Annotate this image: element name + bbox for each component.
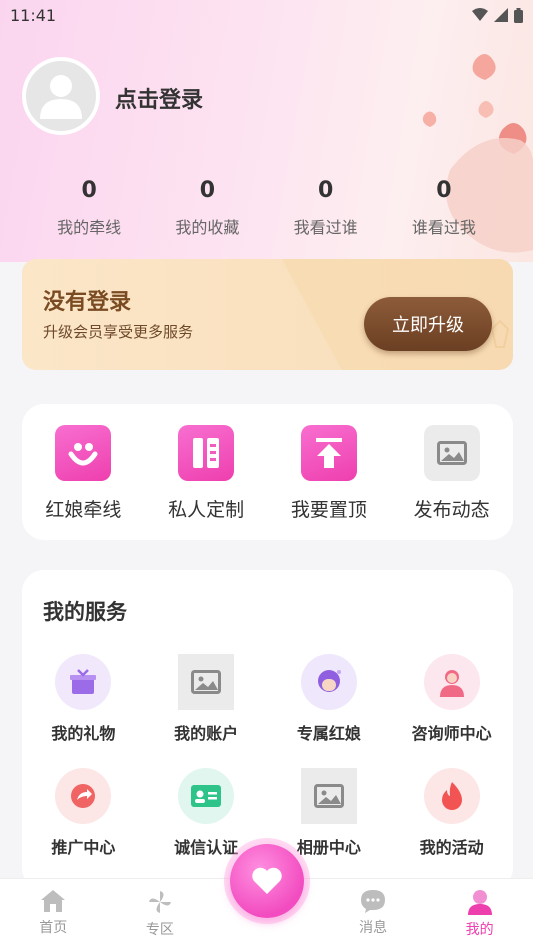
tab-label: 我的 [465,922,494,938]
quick-action-matchmaker[interactable]: 红娘牵线 [22,425,145,540]
service-label: 咨询师中心 [411,724,492,743]
service-account[interactable]: 我的账户 [145,654,268,744]
quick-action-custom[interactable]: 私人定制 [145,425,268,540]
pin-top-icon [300,425,357,481]
matchmaker-icon [55,425,112,481]
image-placeholder-icon [300,768,357,824]
service-label: 相册中心 [296,838,361,857]
service-label: 专属红娘 [296,724,361,743]
status-time: 11:41 [10,5,57,25]
service-gift[interactable]: 我的礼物 [22,654,145,744]
tab-zone[interactable]: 专区 [107,879,214,948]
stat-my-favorites[interactable]: 0 我的收藏 [148,178,266,238]
quick-action-label: 私人定制 [168,499,245,521]
home-icon [41,890,66,912]
avatar[interactable] [22,57,100,135]
service-verification[interactable]: 诚信认证 [145,768,268,858]
quick-action-post[interactable]: 发布动态 [390,425,513,540]
vip-subtitle: 升级会员享受更多服务 [43,323,194,341]
service-matchmaker[interactable]: 专属红娘 [268,654,391,744]
services-title: 我的服务 [43,600,127,624]
id-card-icon [178,768,235,824]
service-label: 诚信认证 [174,838,239,857]
wifi-icon [472,8,488,21]
stat-label: 我看过谁 [293,218,358,237]
stats-row: 0 我的牵线 0 我的收藏 0 我看过谁 0 谁看过我 [30,178,503,238]
service-label: 我的礼物 [51,724,116,743]
matchmaker-avatar-icon [300,654,357,710]
service-label: 我的活动 [419,838,484,857]
vip-card: 没有登录 升级会员享受更多服务 立即升级 [22,259,513,370]
service-album[interactable]: 相册中心 [268,768,391,858]
quick-action-label: 红娘牵线 [45,499,122,521]
service-label: 我的账户 [174,724,239,743]
tab-home[interactable]: 首页 [0,879,107,948]
heart-icon [252,867,282,894]
stat-label: 谁看过我 [411,218,476,237]
counselor-icon [423,654,480,710]
gift-icon [55,654,112,710]
flame-icon [423,768,480,824]
stat-label: 我的牵线 [57,218,122,237]
battery-icon [514,7,523,23]
tab-label: 专区 [145,922,174,938]
service-label: 推广中心 [51,838,116,857]
service-counselor[interactable]: 咨询师中心 [390,654,513,744]
stat-i-viewed[interactable]: 0 我看过谁 [267,178,385,238]
tab-label: 消息 [359,920,388,936]
service-activities[interactable]: 我的活动 [390,768,513,858]
stat-viewed-me[interactable]: 0 谁看过我 [385,178,503,238]
service-promotion[interactable]: 推广中心 [22,768,145,858]
quick-action-label: 发布动态 [413,499,490,521]
share-icon [55,768,112,824]
stat-value: 0 [199,178,216,203]
login-prompt[interactable]: 点击登录 [115,82,203,114]
stat-label: 我的收藏 [175,218,240,237]
quick-action-pin-top[interactable]: 我要置顶 [268,425,391,540]
center-heart-button[interactable] [230,844,304,918]
stat-value: 0 [436,178,452,203]
quick-action-label: 我要置顶 [290,499,367,521]
image-placeholder-icon [423,425,480,481]
upgrade-button[interactable]: 立即升级 [364,297,492,351]
user-icon [40,75,82,119]
image-placeholder-icon [178,654,235,710]
pinwheel-icon [148,891,171,913]
tab-profile[interactable]: 我的 [426,879,533,948]
profile-icon [467,890,492,915]
quick-actions-card: 红娘牵线 私人定制 我要置顶 发布动态 [22,404,513,540]
stat-my-matches[interactable]: 0 我的牵线 [30,178,148,238]
custom-icon [178,425,235,481]
stat-value: 0 [317,178,334,203]
tab-label: 首页 [39,920,68,936]
vip-title: 没有登录 [43,290,132,315]
services-card: 我的服务 我的礼物 我的账户 专属红娘 咨询师中心 推广中心 诚信认证 相册中心… [22,570,513,890]
message-icon [361,890,386,913]
stat-value: 0 [81,178,97,203]
signal-icon [494,8,508,22]
status-bar: 11:41 [0,0,533,30]
tab-messages[interactable]: 消息 [320,879,427,948]
